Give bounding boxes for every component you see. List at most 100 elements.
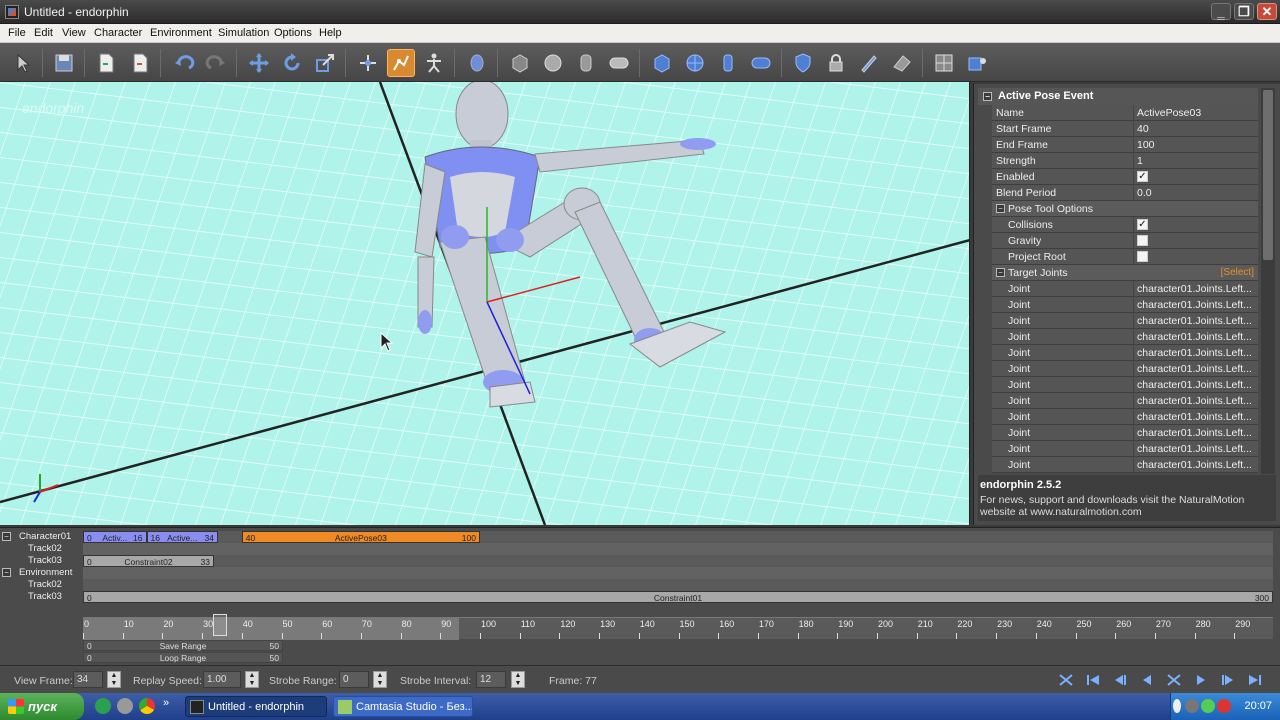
track-label[interactable]: Track03: [6, 555, 82, 567]
track-lane[interactable]: [83, 567, 1273, 579]
track-lane[interactable]: [83, 543, 1273, 555]
timeline-clip[interactable]: 0 Constraint01 300: [83, 591, 1273, 603]
joint-value[interactable]: character01.Joints.Left...: [1137, 443, 1252, 455]
timeline-track[interactable]: Track03 0 Constraint01 300: [0, 591, 1280, 603]
taskbar-item-endorphin[interactable]: Untitled - endorphin: [185, 696, 327, 717]
joint-value[interactable]: character01.Joints.Left...: [1137, 459, 1252, 471]
collapse-icon[interactable]: −: [996, 268, 1005, 277]
replay-speed-spinner[interactable]: ▲ ▼: [245, 671, 259, 688]
joint-row[interactable]: Joint character01.Joints.Left...: [992, 281, 1258, 297]
step-back-icon[interactable]: [1110, 672, 1130, 688]
prop-row-gravity[interactable]: Gravity: [992, 233, 1258, 249]
export-icon[interactable]: [126, 49, 154, 77]
menu-help[interactable]: Help: [319, 27, 342, 39]
track-label[interactable]: Track02: [6, 543, 82, 555]
prop-value[interactable]: ActivePose03: [1137, 107, 1201, 119]
sphere-icon[interactable]: [539, 49, 567, 77]
skip-to-end-icon[interactable]: [1245, 672, 1265, 688]
joint-row[interactable]: Joint character01.Joints.Left...: [992, 425, 1258, 441]
capsule-icon[interactable]: [605, 49, 633, 77]
joint-row[interactable]: Joint character01.Joints.Left...: [992, 441, 1258, 457]
joint-value[interactable]: character01.Joints.Left...: [1137, 427, 1252, 439]
menu-view[interactable]: View: [62, 27, 86, 39]
prop-row-enabled[interactable]: Enabled ✓: [992, 169, 1258, 185]
timeline-clip[interactable]: 0 Activ... 16: [83, 531, 147, 543]
tray-arrow-icon[interactable]: [1173, 699, 1181, 713]
minimize-button[interactable]: ‗: [1211, 3, 1231, 20]
collapse-icon[interactable]: −: [983, 92, 992, 101]
track-label[interactable]: Environment: [6, 567, 82, 579]
rotate-icon[interactable]: [278, 49, 306, 77]
timeline-track[interactable]: Track02: [0, 579, 1280, 591]
timeline-track[interactable]: − Environment: [0, 567, 1280, 579]
volume-icon[interactable]: [1185, 699, 1199, 713]
character-icon[interactable]: [420, 49, 448, 77]
stop-icon[interactable]: [1164, 672, 1184, 688]
simulate-icon[interactable]: [1056, 672, 1076, 688]
save-icon[interactable]: [50, 49, 78, 77]
cylinder-icon[interactable]: [572, 49, 600, 77]
timeline-ruler[interactable]: 0 10 20 30 40 50 60 70 80 90 100 110 120 130 140 150 160…: [83, 617, 1273, 640]
menu-options[interactable]: Options: [274, 27, 312, 39]
undo-icon[interactable]: [170, 49, 198, 77]
prop-value[interactable]: 100: [1137, 139, 1155, 151]
active-pose-icon[interactable]: [387, 49, 415, 77]
project-root-checkbox[interactable]: [1137, 251, 1148, 262]
gravity-checkbox[interactable]: [1137, 235, 1148, 246]
joint-value[interactable]: character01.Joints.Left...: [1137, 347, 1252, 359]
shield-icon[interactable]: [789, 49, 817, 77]
network-icon[interactable]: [1201, 699, 1215, 713]
menu-character[interactable]: Character: [94, 27, 142, 39]
strobe-range-input[interactable]: 0: [339, 671, 369, 688]
capsule-object-icon[interactable]: [747, 49, 775, 77]
pen-icon[interactable]: [855, 49, 883, 77]
joint-row[interactable]: Joint character01.Joints.Left...: [992, 329, 1258, 345]
prop-row-name[interactable]: Name ActivePose03: [992, 105, 1258, 121]
prop-row-blend-period[interactable]: Blend Period 0.0: [992, 185, 1258, 201]
joint-row[interactable]: Joint character01.Joints.Left...: [992, 313, 1258, 329]
track-lane[interactable]: 0 Constraint01 300: [83, 591, 1273, 603]
track-label[interactable]: Track02: [6, 579, 82, 591]
target-joints-section[interactable]: − Target Joints [Select]: [992, 265, 1258, 281]
timeline-track[interactable]: Track03 0 Constraint02 33: [0, 555, 1280, 567]
joint-value[interactable]: character01.Joints.Left...: [1137, 363, 1252, 375]
replay-speed-input[interactable]: 1.00: [203, 671, 241, 688]
track-lane[interactable]: 0 Activ... 16 16 Active... 34 40 ActivePose03 10…: [83, 531, 1273, 543]
collapse-icon[interactable]: −: [996, 204, 1005, 213]
move-icon[interactable]: [245, 49, 273, 77]
collisions-checkbox[interactable]: ✓: [1137, 219, 1148, 230]
prop-value[interactable]: 1: [1137, 155, 1143, 167]
cylinder-object-icon[interactable]: [714, 49, 742, 77]
track-label[interactable]: Track03: [6, 591, 82, 603]
joint-value[interactable]: character01.Joints.Left...: [1137, 395, 1252, 407]
eraser-icon[interactable]: [888, 49, 916, 77]
joint-move-icon[interactable]: [354, 49, 382, 77]
strobe-interval-spinner[interactable]: ▲ ▼: [511, 671, 525, 688]
lock-icon[interactable]: [822, 49, 850, 77]
layout-icon[interactable]: [930, 49, 958, 77]
antivirus-icon[interactable]: [1217, 699, 1231, 713]
properties-scrollbar[interactable]: [1261, 88, 1275, 474]
joint-row[interactable]: Joint character01.Joints.Left...: [992, 457, 1258, 473]
joint-value[interactable]: character01.Joints.Left...: [1137, 283, 1252, 295]
timeline-track[interactable]: − Character01 0 Activ... 16 16 Active... 34 40 Ac…: [0, 531, 1280, 543]
joint-row[interactable]: Joint character01.Joints.Left...: [992, 409, 1258, 425]
prop-row-start-frame[interactable]: Start Frame 40: [992, 121, 1258, 137]
joint-value[interactable]: character01.Joints.Left...: [1137, 315, 1252, 327]
save-range-bar[interactable]: 0 Save Range 50: [83, 640, 283, 651]
strobe-interval-input[interactable]: 12: [476, 671, 506, 688]
joint-row[interactable]: Joint character01.Joints.Left...: [992, 361, 1258, 377]
scale-icon[interactable]: [311, 49, 339, 77]
3d-viewport[interactable]: endorphin: [0, 82, 970, 525]
playhead[interactable]: [213, 614, 227, 636]
enabled-checkbox[interactable]: ✓: [1137, 171, 1148, 182]
body-part-icon[interactable]: [463, 49, 491, 77]
step-forward-icon[interactable]: [1218, 672, 1238, 688]
track-lane[interactable]: [83, 579, 1273, 591]
prop-row-project-root[interactable]: Project Root: [992, 249, 1258, 265]
puzzle-icon[interactable]: [963, 49, 991, 77]
timeline-clip[interactable]: 16 Active... 34: [146, 531, 218, 543]
strobe-range-spinner[interactable]: ▲ ▼: [373, 671, 387, 688]
view-frame-input[interactable]: 34: [73, 671, 103, 688]
timeline-clip[interactable]: 0 Constraint02 33: [83, 555, 214, 567]
